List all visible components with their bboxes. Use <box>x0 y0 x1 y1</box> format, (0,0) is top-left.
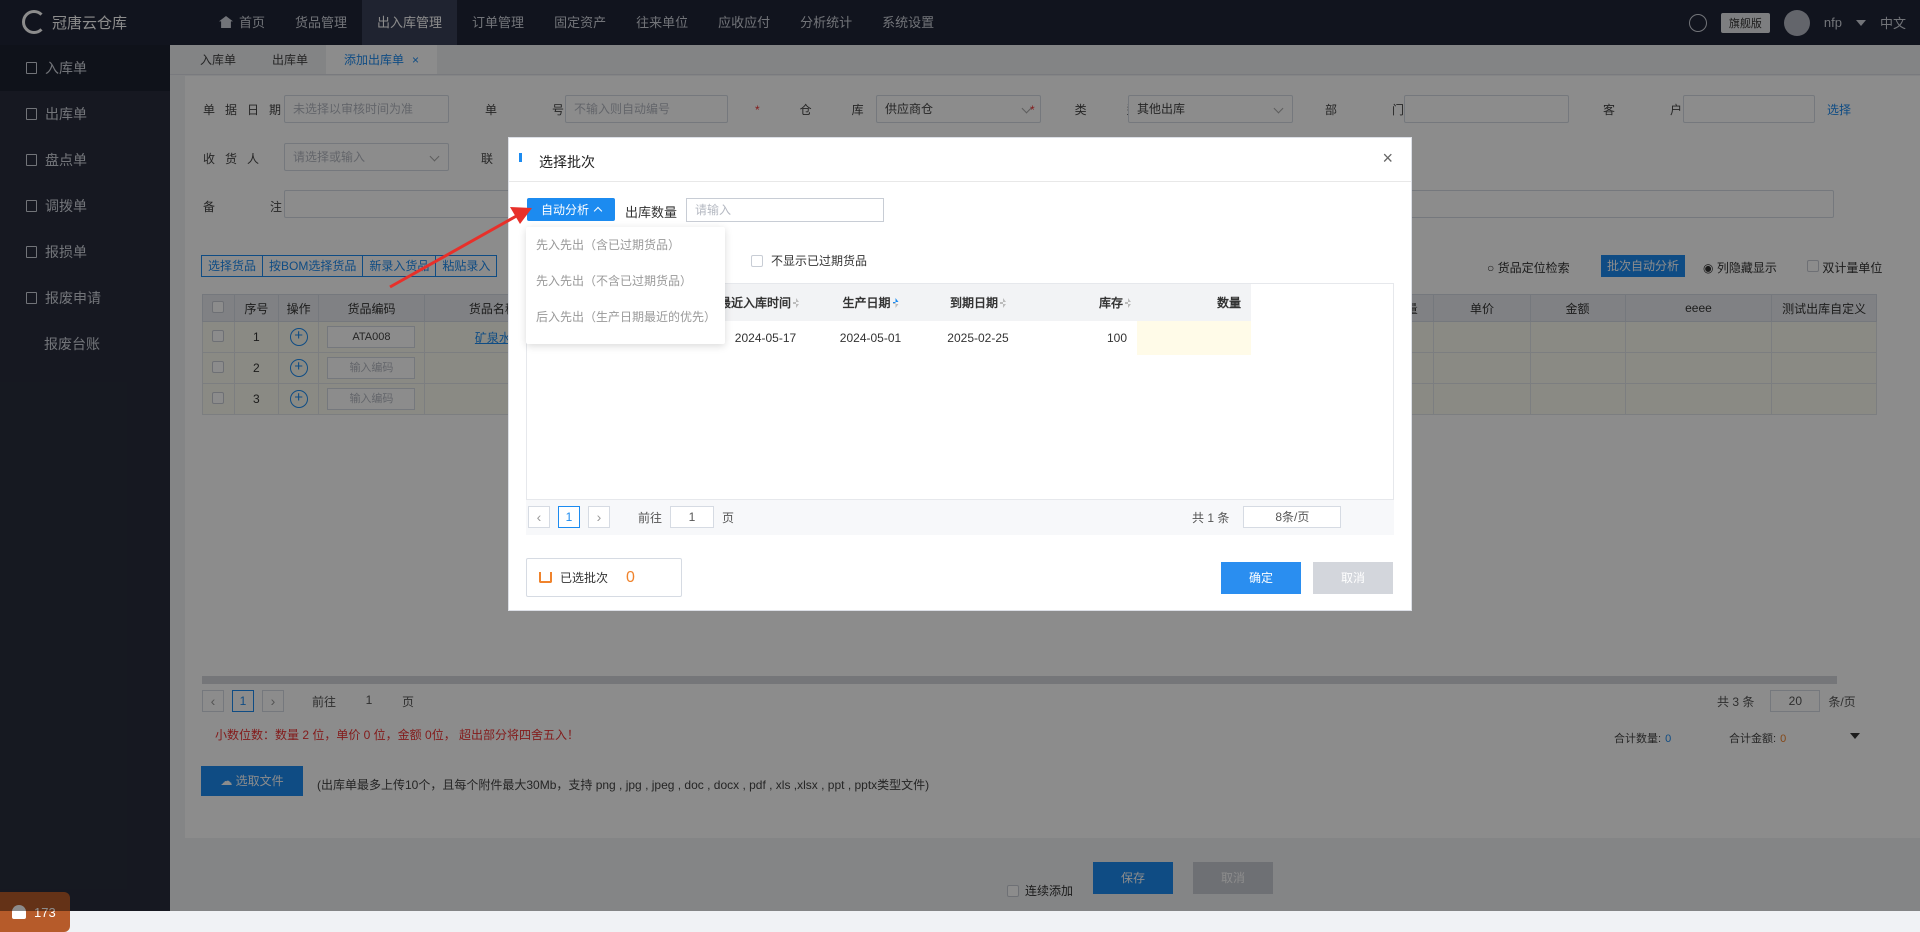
goto-unit: 页 <box>722 510 735 525</box>
hide-expired-label: 不显示已过期货品 <box>771 254 868 268</box>
prod-date-cell: 2024-05-01 <box>839 331 902 345</box>
col-label: 最近入库时间 <box>719 296 792 310</box>
sort-icon <box>793 298 800 308</box>
hide-expired-checkbox[interactable]: 不显示已过期货品 <box>751 252 867 269</box>
qty-input-cell[interactable] <box>1137 321 1251 355</box>
prev-page-icon[interactable]: ‹ <box>528 506 550 528</box>
menu-item-lifo-recent-prod[interactable]: 后入先出（生产日期最近的优先） <box>526 299 725 335</box>
cart-icon <box>539 572 552 583</box>
auto-analyze-menu: 先入先出（含已过期货品） 先入先出（不含已过期货品） 后入先出（生产日期最近的优… <box>526 227 725 344</box>
batch-total: 共 1 条 <box>1192 510 1230 525</box>
out-qty-label: 出库数量 <box>625 205 678 220</box>
auto-analyze-button[interactable]: 自动分析 <box>527 198 615 221</box>
goto-label: 前往 <box>638 510 663 525</box>
confirm-button[interactable]: 确定 <box>1221 562 1301 594</box>
selected-batches-count: 0 <box>626 568 635 586</box>
sort-icon <box>1000 298 1006 308</box>
col-stock[interactable]: 库存 <box>1033 284 1137 321</box>
dialog-title: 选择批次 <box>539 154 595 170</box>
sort-icon <box>892 298 899 308</box>
col-recent-inbound[interactable]: 最近入库时间 <box>713 284 818 321</box>
col-exp-date[interactable]: 到期日期 <box>923 284 1033 321</box>
auto-analyze-label: 自动分析 <box>540 203 589 217</box>
batch-pager-left: ‹ 1 › 前往 1 页 <box>528 506 734 528</box>
batch-pager-right: 共 1 条 8条/页 <box>1192 506 1342 528</box>
divider <box>509 181 1411 182</box>
col-label: 生产日期 <box>842 296 891 310</box>
exp-date-cell: 2025-02-25 <box>947 331 1009 345</box>
menu-item-fifo-without-expired[interactable]: 先入先出（不含已过期货品） <box>526 263 725 299</box>
selected-batches-button[interactable]: 已选批次 0 <box>526 558 682 597</box>
select-batch-dialog: 选择批次 × 自动分析 出库数量 请输入 不显示已过期货品 最近入库时间 生产日… <box>508 137 1412 611</box>
chevron-up-icon <box>593 206 603 216</box>
recent-inbound-cell: 2024-05-17 <box>734 331 797 345</box>
checkbox <box>751 254 763 267</box>
goto-input[interactable]: 1 <box>670 506 715 528</box>
col-qty: 数量 <box>1137 284 1251 321</box>
col-label: 库存 <box>1098 296 1123 310</box>
next-page-icon[interactable]: › <box>588 506 610 528</box>
col-label: 到期日期 <box>949 296 998 310</box>
close-icon[interactable]: × <box>1382 148 1393 169</box>
out-qty-input[interactable]: 请输入 <box>686 198 884 222</box>
menu-item-fifo-with-expired[interactable]: 先入先出（含已过期货品） <box>526 227 725 263</box>
sort-icon <box>1125 298 1131 308</box>
cancel-button[interactable]: 取消 <box>1313 562 1393 594</box>
stock-cell: 100 <box>1106 331 1127 345</box>
selected-batches-label: 已选批次 <box>560 571 609 585</box>
page-current[interactable]: 1 <box>558 506 580 528</box>
col-prod-date[interactable]: 生产日期 <box>818 284 923 321</box>
title-accent <box>519 153 522 162</box>
page-size-select[interactable]: 8条/页 <box>1243 506 1342 528</box>
batch-pager: ‹ 1 › 前往 1 页 共 1 条 8条/页 <box>526 499 1394 535</box>
